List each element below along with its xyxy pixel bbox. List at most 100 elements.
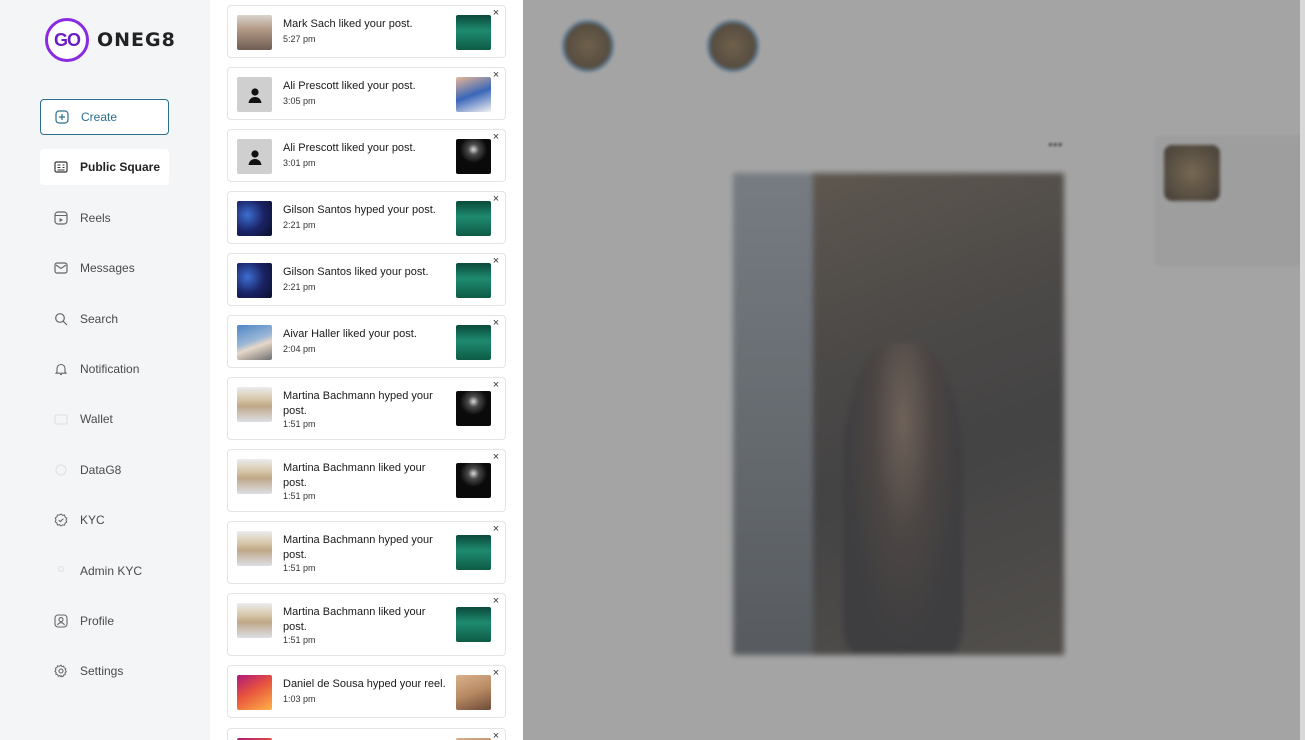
avatar[interactable] <box>237 459 272 494</box>
sidebar: GO ONEG8 Create Public Square Reels Mess… <box>0 0 210 740</box>
post-thumbnail[interactable] <box>456 15 491 50</box>
logo-mark-icon: GO <box>45 18 89 62</box>
avatar[interactable] <box>237 387 272 422</box>
sidebar-item-settings[interactable]: Settings <box>40 653 169 689</box>
verified-badge-icon <box>54 513 68 527</box>
sidebar-nav: Create Public Square Reels Messages Sear… <box>40 99 169 704</box>
notification-item[interactable]: Ali Prescott liked your post. 3:05 pm × <box>227 67 506 120</box>
notification-item[interactable]: Martina Bachmann liked your post. 1:51 pm… <box>227 449 506 512</box>
notification-item[interactable]: Gilson Santos hyped your post. 2:21 pm × <box>227 191 506 244</box>
notification-text: Gilson Santos hyped your post. <box>283 204 436 216</box>
notification-time: 3:01 pm <box>283 158 316 168</box>
sidebar-item-label: DataG8 <box>80 462 122 477</box>
close-icon[interactable]: × <box>491 668 501 679</box>
sidebar-item-kyc[interactable]: KYC <box>40 502 169 538</box>
sidebar-item-wallet[interactable]: Wallet <box>40 401 169 437</box>
sidebar-item-label: Settings <box>80 664 124 679</box>
close-icon[interactable]: × <box>491 524 501 535</box>
avatar[interactable] <box>237 15 272 50</box>
sidebar-item-label: Notification <box>80 361 140 376</box>
sidebar-item-label: Public Square <box>80 160 161 175</box>
close-icon[interactable]: × <box>491 380 501 391</box>
post-thumbnail[interactable] <box>456 263 491 298</box>
notification-text: Ali Prescott liked your post. <box>283 142 416 154</box>
page-scrollbar[interactable] <box>1300 0 1305 740</box>
post-thumbnail[interactable] <box>456 535 491 570</box>
close-icon[interactable]: × <box>491 318 501 329</box>
brand-logo[interactable]: GO ONEG8 <box>45 18 176 62</box>
notification-time: 5:27 pm <box>283 34 316 44</box>
sidebar-item-notification[interactable]: Notification <box>40 351 169 387</box>
post-thumbnail[interactable] <box>456 77 491 112</box>
notification-item[interactable]: Daniel de Sousa hyped your reel. 1:03 pm × <box>227 665 506 718</box>
sidebar-item-label: Profile <box>80 613 115 628</box>
close-icon[interactable]: × <box>491 132 501 143</box>
sidebar-item-label: Create <box>81 110 118 124</box>
notification-text: Mark Sach liked your post. <box>283 18 413 30</box>
post-thumbnail[interactable] <box>456 139 491 174</box>
data-icon <box>54 463 68 477</box>
notification-item[interactable]: Martina Bachmann hyped your post. 1:51 pm… <box>227 377 506 440</box>
close-icon[interactable]: × <box>491 596 501 607</box>
notification-item[interactable]: Gilson Santos liked your post. 2:21 pm × <box>227 253 506 306</box>
post-thumbnail[interactable] <box>456 201 491 236</box>
notification-time: 1:51 pm <box>283 419 316 429</box>
notification-time: 2:04 pm <box>283 344 316 354</box>
notification-text: Ali Prescott liked your post. <box>283 80 416 92</box>
default-avatar-icon[interactable] <box>237 77 272 112</box>
notification-text: Aivar Haller liked your post. <box>283 328 417 340</box>
reels-icon <box>54 211 68 225</box>
feed-icon <box>54 160 68 174</box>
notification-panel: Mark Sach liked your post. 5:27 pm × Ali Pr… <box>210 0 523 740</box>
bell-icon <box>54 362 68 376</box>
close-icon[interactable]: × <box>491 8 501 19</box>
sidebar-item-datag8[interactable]: DataG8 <box>40 452 169 488</box>
notification-text: Gilson Santos liked your post. <box>283 266 429 278</box>
default-avatar-icon[interactable] <box>237 139 272 174</box>
plus-square-icon <box>55 110 69 124</box>
message-icon <box>54 261 68 275</box>
sidebar-item-admin-kyc[interactable]: Admin KYC <box>40 553 169 589</box>
avatar[interactable] <box>237 263 272 298</box>
close-icon[interactable]: × <box>491 452 501 463</box>
post-thumbnail[interactable] <box>456 675 491 710</box>
notification-item[interactable]: Aivar Haller liked your post. 2:04 pm × <box>227 315 506 368</box>
post-thumbnail[interactable] <box>456 325 491 360</box>
close-icon[interactable]: × <box>491 194 501 205</box>
sidebar-item-messages[interactable]: Messages <box>40 250 169 286</box>
notification-time: 2:21 pm <box>283 282 316 292</box>
create-button[interactable]: Create <box>40 99 169 135</box>
notification-time: 1:51 pm <box>283 491 316 501</box>
close-icon[interactable]: × <box>491 256 501 267</box>
notification-item[interactable]: Mark Sach liked your post. 5:27 pm × <box>227 5 506 58</box>
notification-text: Martina Bachmann liked your post. <box>283 606 426 633</box>
notification-item[interactable]: Martina Bachmann liked your post. 1:51 pm… <box>227 593 506 656</box>
sidebar-item-label: Messages <box>80 261 135 276</box>
wallet-icon <box>54 412 68 426</box>
notification-text: Martina Bachmann liked your post. <box>283 462 426 489</box>
notification-time: 1:03 pm <box>283 694 316 704</box>
notification-time: 1:51 pm <box>283 563 316 573</box>
notification-text: Daniel de Sousa hyped your reel. <box>283 678 446 690</box>
sidebar-item-reels[interactable]: Reels <box>40 200 169 236</box>
sidebar-item-search[interactable]: Search <box>40 301 169 337</box>
avatar[interactable] <box>237 603 272 638</box>
close-icon[interactable]: × <box>491 731 501 740</box>
sidebar-item-profile[interactable]: Profile <box>40 603 169 639</box>
avatar[interactable] <box>237 325 272 360</box>
avatar[interactable] <box>237 531 272 566</box>
close-icon[interactable]: × <box>491 70 501 81</box>
notification-item[interactable]: × <box>227 728 506 740</box>
notification-item[interactable]: Martina Bachmann hyped your post. 1:51 pm… <box>227 521 506 584</box>
avatar[interactable] <box>237 675 272 710</box>
post-thumbnail[interactable] <box>456 607 491 642</box>
notification-time: 3:05 pm <box>283 96 316 106</box>
post-thumbnail[interactable] <box>456 391 491 426</box>
avatar[interactable] <box>237 201 272 236</box>
admin-icon <box>54 564 68 578</box>
post-thumbnail[interactable] <box>456 463 491 498</box>
notification-item[interactable]: Ali Prescott liked your post. 3:01 pm × <box>227 129 506 182</box>
sidebar-item-public-square[interactable]: Public Square <box>40 149 169 186</box>
notification-time: 1:51 pm <box>283 635 316 645</box>
user-icon <box>54 614 68 628</box>
